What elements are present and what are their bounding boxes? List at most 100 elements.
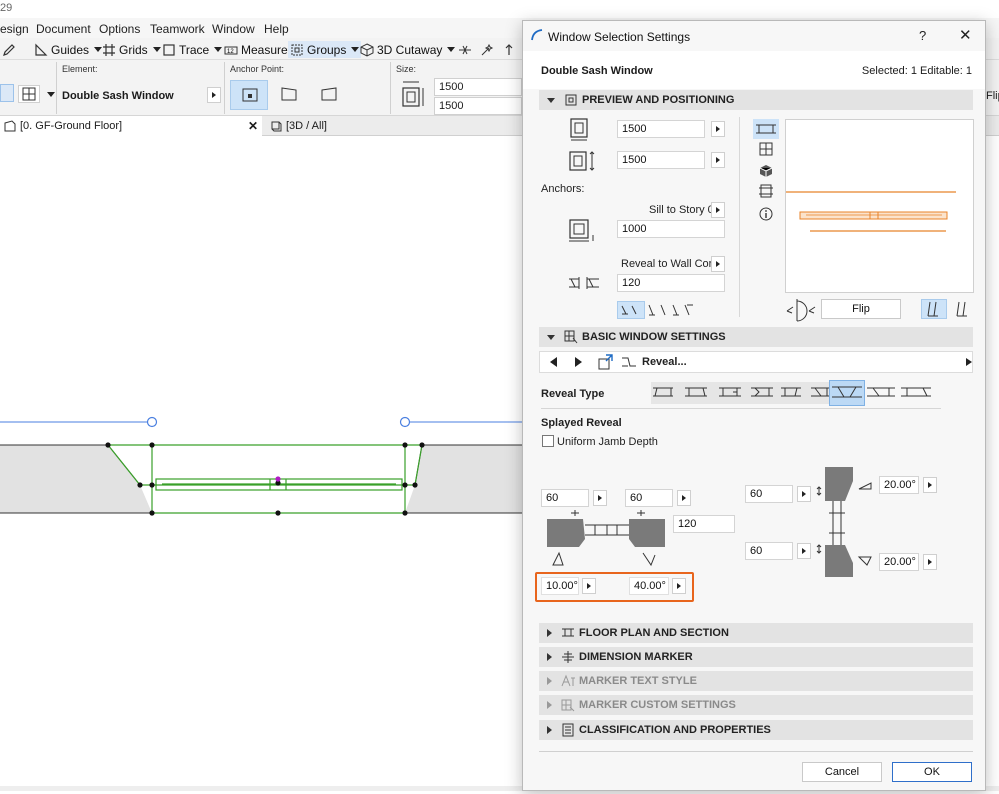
anchor-left-button[interactable] xyxy=(272,80,306,110)
info-icon[interactable] xyxy=(759,207,773,221)
sill-anchor-icon xyxy=(569,219,594,242)
reveal-type-splayed-selected[interactable] xyxy=(829,380,865,406)
menu-document[interactable]: Document xyxy=(36,22,91,36)
preview-floorplan-button[interactable] xyxy=(753,119,779,139)
window-tool-icon[interactable] xyxy=(18,85,40,103)
help-icon[interactable]: ? xyxy=(919,28,926,43)
opening-side-button[interactable] xyxy=(951,300,973,318)
right-splay-angle-field[interactable]: 40.00° xyxy=(629,577,669,595)
menu-teamwork[interactable]: Teamwork xyxy=(150,22,205,36)
infobox-width-field[interactable]: 1500 xyxy=(434,78,522,96)
reveal-type-extra[interactable] xyxy=(865,382,933,404)
window-width-icon xyxy=(570,118,588,141)
menu-design[interactable]: esign xyxy=(0,22,29,36)
close-icon[interactable]: ✕ xyxy=(959,26,972,44)
tool-menu-chevron-icon[interactable] xyxy=(47,92,55,97)
menu-help[interactable]: Help xyxy=(264,22,289,36)
grids-button[interactable]: Grids xyxy=(102,41,161,58)
menu-window[interactable]: Window xyxy=(212,22,255,36)
sill-anchor-arrow[interactable] xyxy=(711,202,725,218)
page-list-icon[interactable] xyxy=(597,353,615,371)
next-page-icon[interactable] xyxy=(571,355,585,369)
flip-direction-icon[interactable] xyxy=(785,297,819,323)
trim-icon[interactable] xyxy=(458,41,472,58)
chevron-right-icon xyxy=(547,653,552,661)
reveal-anchor-option[interactable]: Reveal to Wall Core xyxy=(621,258,718,270)
top-splay-angle-field[interactable]: 20.00° xyxy=(879,476,919,494)
bottom-jamb-depth-field[interactable]: 60 xyxy=(745,542,793,560)
elevation-icon[interactable] xyxy=(502,41,516,58)
ok-button[interactable]: OK xyxy=(892,762,972,782)
page-dropdown-icon[interactable] xyxy=(965,357,973,367)
current-page-label[interactable]: Reveal... xyxy=(642,356,687,368)
top-splay-angle-arrow[interactable] xyxy=(923,477,937,493)
cutaway-button[interactable]: 3D Cutaway xyxy=(360,41,456,58)
selection-info: Selected: 1 Editable: 1 xyxy=(861,65,972,77)
left-splay-angle-arrow[interactable] xyxy=(582,578,596,594)
section-floor-plan-section[interactable]: FLOOR PLAN AND SECTION xyxy=(539,623,973,643)
reveal-depth-120-field[interactable]: 120 xyxy=(673,515,735,533)
opening-side-button-active[interactable] xyxy=(921,299,947,319)
preview-elevation-icon[interactable] xyxy=(759,142,773,156)
bottom-jamb-arrow[interactable] xyxy=(797,543,811,559)
preview-height-field[interactable]: 1500 xyxy=(617,151,705,169)
section-marker-text-style[interactable]: MARKER TEXT STYLE xyxy=(539,671,973,691)
section-marker-custom-settings[interactable]: MARKER CUSTOM SETTINGS xyxy=(539,695,973,715)
top-jamb-arrow[interactable] xyxy=(797,486,811,502)
reveal-side-button-active[interactable] xyxy=(617,301,645,319)
left-jamb-arrow[interactable] xyxy=(593,490,607,506)
uniform-jamb-checkbox[interactable] xyxy=(542,435,554,447)
menu-options[interactable]: Options xyxy=(99,22,140,36)
anchor-center-button[interactable] xyxy=(230,80,268,110)
dimension-marker-icon xyxy=(562,651,574,663)
flip-button[interactable]: Flip xyxy=(821,299,901,319)
pencil-icon[interactable] xyxy=(2,41,16,58)
reveal-side-buttons[interactable] xyxy=(647,303,699,317)
cancel-button[interactable]: Cancel xyxy=(802,762,882,782)
infobox-height-field[interactable]: 1500 xyxy=(434,97,522,115)
preview-width-field[interactable]: 1500 xyxy=(617,120,705,138)
section-preview-positioning[interactable]: PREVIEW AND POSITIONING xyxy=(539,90,973,110)
element-type-selector[interactable] xyxy=(0,84,14,102)
top-jamb-depth-field[interactable]: 60 xyxy=(745,485,793,503)
reveal-anchor-arrow[interactable] xyxy=(711,256,725,272)
right-jamb-arrow[interactable] xyxy=(677,490,691,506)
reveal-type-1 xyxy=(653,387,673,397)
right-jamb-depth-field[interactable]: 60 xyxy=(625,489,673,507)
preview-3d-icon[interactable] xyxy=(759,164,773,178)
previous-page-icon[interactable] xyxy=(547,355,561,369)
anchor-right-button[interactable] xyxy=(312,80,346,110)
reveal-type-4 xyxy=(751,387,773,397)
floor-plan-icon xyxy=(4,120,16,132)
tab-3d-all[interactable]: [3D / All] xyxy=(266,116,331,136)
groups-icon xyxy=(291,44,303,55)
horizontal-splay-diagram xyxy=(547,510,665,567)
left-splay-angle-field[interactable]: 10.00° xyxy=(541,577,579,595)
infobox-flip-fragment[interactable]: Flip xyxy=(986,90,999,102)
element-settings-arrow[interactable] xyxy=(207,87,221,103)
bottom-splay-angle-arrow[interactable] xyxy=(923,554,937,570)
section-dimension-marker[interactable]: DIMENSION MARKER xyxy=(539,647,973,667)
preview-section-icon[interactable] xyxy=(759,184,773,198)
height-options-arrow[interactable] xyxy=(711,152,725,168)
guides-button[interactable]: Guides xyxy=(34,41,103,58)
section-classification-properties[interactable]: CLASSIFICATION AND PROPERTIES xyxy=(539,720,973,740)
tab-ground-floor[interactable]: [0. GF-Ground Floor] ✕ xyxy=(0,116,262,136)
left-jamb-depth-field[interactable]: 60 xyxy=(541,489,589,507)
section-basic-window-settings[interactable]: BASIC WINDOW SETTINGS xyxy=(539,327,973,347)
tab-close-icon[interactable]: ✕ xyxy=(248,119,258,133)
width-options-arrow[interactable] xyxy=(711,121,725,137)
right-splay-angle-arrow[interactable] xyxy=(672,578,686,594)
measure-button[interactable]: 12 Measure xyxy=(224,41,288,58)
reveal-depth-field[interactable]: 120 xyxy=(617,274,725,292)
magic-wand-icon[interactable] xyxy=(480,41,494,58)
cutaway-label: 3D Cutaway xyxy=(377,42,443,57)
dialog-titlebar[interactable]: Window Selection Settings ? ✕ xyxy=(523,21,985,51)
trace-button[interactable]: Trace xyxy=(162,41,223,58)
groups-button[interactable]: Groups xyxy=(288,41,362,58)
bottom-splay-angle-field[interactable]: 20.00° xyxy=(879,553,919,571)
basic-settings-icon xyxy=(564,330,578,344)
sill-height-field[interactable]: 1000 xyxy=(617,220,725,238)
sill-anchor-option[interactable]: Sill to Story 0 xyxy=(649,204,714,216)
size-label: Size: xyxy=(396,64,417,74)
